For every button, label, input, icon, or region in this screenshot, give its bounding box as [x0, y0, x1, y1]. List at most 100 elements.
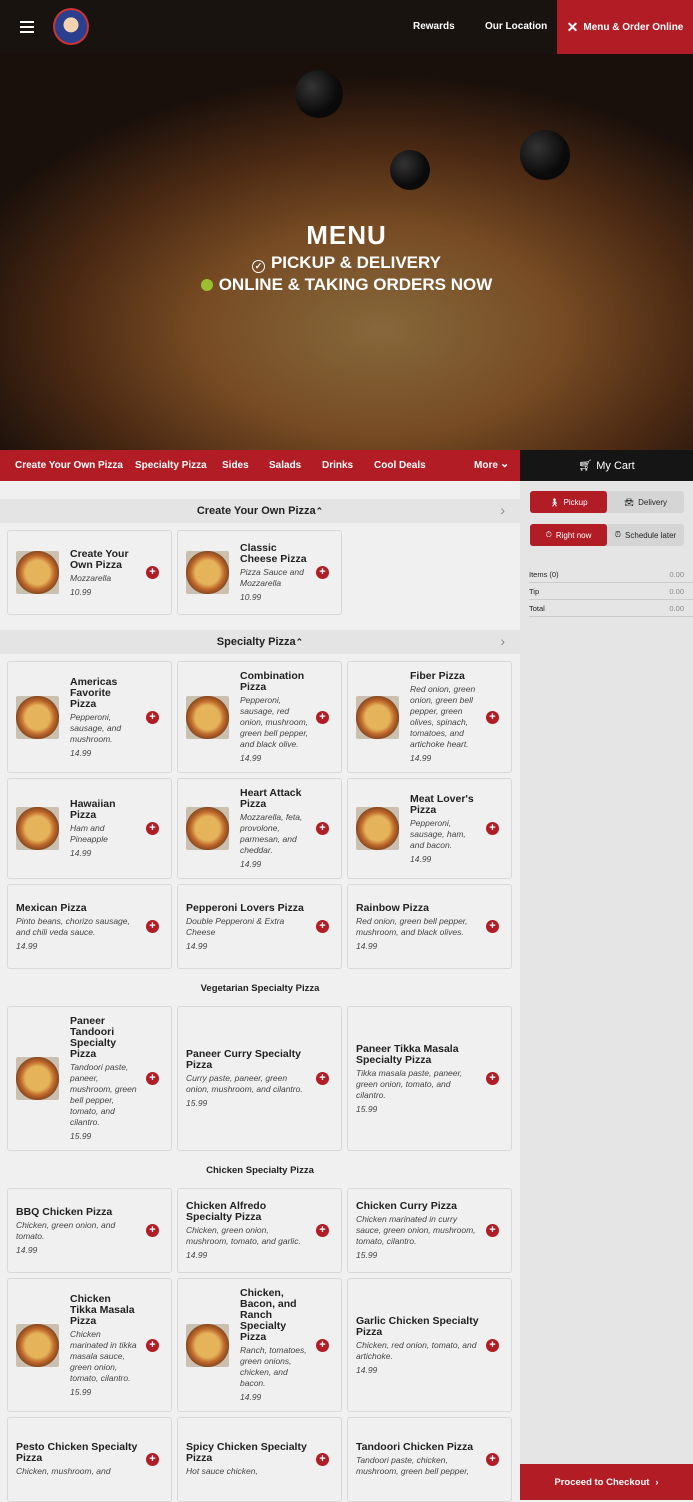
- add-item-plus-icon[interactable]: +: [316, 566, 329, 579]
- add-item-plus-icon[interactable]: +: [146, 822, 159, 835]
- chevron-right-icon[interactable]: ›: [500, 633, 505, 649]
- schedule-later-option[interactable]: ⏰︎ Schedule later: [607, 524, 684, 546]
- subcategory-title: Chicken Specialty Pizza: [206, 1165, 314, 1176]
- nav-more[interactable]: More: [474, 460, 498, 471]
- add-item-plus-icon[interactable]: +: [146, 1072, 159, 1085]
- pizza-image[interactable]: [186, 695, 229, 739]
- add-item-plus-icon[interactable]: +: [316, 710, 329, 724]
- menu-item-card[interactable]: Rainbow Pizza Red onion, green bell peppe…: [347, 884, 512, 969]
- menu-item-name: Rainbow Pizza: [356, 901, 429, 914]
- pickup-option[interactable]: 🚶︎ Pickup: [530, 491, 607, 513]
- add-item-plus-icon[interactable]: +: [486, 710, 499, 724]
- add-item-plus-icon[interactable]: +: [146, 1338, 159, 1352]
- menu-item-card[interactable]: Combination Pizza Pepperoni, sausage, red…: [177, 661, 342, 773]
- menu-item-card[interactable]: Mexican Pizza Pinto beans, chorizo sausag…: [7, 884, 172, 969]
- delivery-option[interactable]: 🚘︎ Delivery: [607, 491, 684, 513]
- add-item-plus-icon[interactable]: +: [146, 1224, 159, 1237]
- right-now-option[interactable]: ⏱︎ Right now: [530, 524, 607, 546]
- menu-item-card[interactable]: Pepperoni Lovers Pizza Double Pepperoni &…: [177, 884, 342, 969]
- pizza-image[interactable]: [16, 695, 59, 739]
- hamburger-menu-icon[interactable]: [20, 21, 34, 36]
- chevron-right-icon[interactable]: ›: [500, 502, 505, 518]
- add-item-plus-icon[interactable]: +: [486, 1453, 499, 1466]
- add-item-plus-icon[interactable]: +: [316, 822, 329, 835]
- menu-item-card[interactable]: Create Your Own Pizza Mozzarella 10.99 +: [7, 530, 172, 615]
- nav-salads[interactable]: Salads: [269, 460, 301, 471]
- menu-order-online-button[interactable]: ✕ Menu & Order Online: [557, 0, 693, 54]
- add-item-plus-icon[interactable]: +: [486, 1224, 499, 1237]
- nav-cool-deals[interactable]: Cool Deals: [374, 460, 426, 471]
- pizza-image[interactable]: [16, 551, 59, 594]
- menu-item-description: Mozzarella, feta, provolone, parmesan, a…: [240, 812, 303, 855]
- add-item-plus-icon[interactable]: +: [316, 1338, 329, 1352]
- menu-item-card[interactable]: Chicken Alfredo Specialty Pizza Chicken, …: [177, 1188, 342, 1273]
- menu-item-price: 14.99: [356, 1364, 378, 1375]
- add-item-plus-icon[interactable]: +: [146, 710, 159, 724]
- category-title: Specialty Pizza: [216, 636, 296, 648]
- pizza-image[interactable]: [186, 1323, 229, 1367]
- add-item-plus-icon[interactable]: +: [486, 1072, 499, 1085]
- menu-item-card[interactable]: Spicy Chicken Specialty Pizza Hot sauce c…: [177, 1417, 342, 1502]
- logo[interactable]: [53, 8, 89, 45]
- menu-item-card[interactable]: Fiber Pizza Red onion, green onion, green…: [347, 661, 512, 773]
- nav-drinks[interactable]: Drinks: [322, 460, 353, 471]
- add-item-plus-icon[interactable]: +: [316, 1224, 329, 1237]
- menu-item-card[interactable]: Chicken Curry Pizza Chicken marinated in …: [347, 1188, 512, 1273]
- add-item-plus-icon[interactable]: +: [486, 920, 499, 933]
- pizza-image[interactable]: [186, 551, 229, 594]
- rewards-link[interactable]: Rewards: [413, 21, 455, 32]
- menu-item-text: Chicken Alfredo Specialty Pizza Chicken, …: [186, 1201, 316, 1261]
- chevron-down-icon[interactable]: ⌄: [500, 457, 509, 470]
- add-item-plus-icon[interactable]: +: [486, 822, 499, 835]
- menu-item-card[interactable]: Chicken Tikka Masala Pizza Chicken marina…: [7, 1278, 172, 1412]
- menu-item-text: Tandoori Chicken Pizza Tandoori paste, ch…: [356, 1442, 486, 1477]
- menu-item-text: Create Your Own Pizza Mozzarella 10.99: [70, 548, 146, 597]
- add-item-plus-icon[interactable]: +: [316, 1072, 329, 1085]
- category-header[interactable]: Specialty Pizza ⌃ ›: [0, 630, 520, 654]
- nav-sides[interactable]: Sides: [222, 460, 249, 471]
- menu-item-card[interactable]: Hawaiian Pizza Ham and Pineapple 14.99 +: [7, 778, 172, 879]
- menu-item-card[interactable]: Tandoori Chicken Pizza Tandoori paste, ch…: [347, 1417, 512, 1502]
- proceed-to-checkout-button[interactable]: Proceed to Checkout ›: [520, 1464, 693, 1500]
- our-location-link[interactable]: Our Location: [485, 21, 547, 32]
- summary-tip: Tip 0.00: [529, 583, 693, 600]
- pizza-image[interactable]: [356, 807, 399, 850]
- expand-circle-icon[interactable]: ⌃: [316, 506, 324, 517]
- hero-line-1: PICKUP & DELIVERY: [270, 253, 442, 272]
- menu-item-description: Red onion, green onion, green bell peppe…: [410, 684, 476, 749]
- menu-item-card[interactable]: BBQ Chicken Pizza Chicken, green onion, a…: [7, 1188, 172, 1273]
- menu-item-card[interactable]: Chicken, Bacon, and Ranch Specialty Pizz…: [177, 1278, 342, 1412]
- pizza-image[interactable]: [186, 807, 229, 850]
- menu-item-card[interactable]: Meat Lover's Pizza Pepperoni, sausage, ha…: [347, 778, 512, 879]
- menu-item-text: BBQ Chicken Pizza Chicken, green onion, a…: [16, 1206, 146, 1255]
- menu-item-description: Chicken, green onion, and tomato.: [16, 1219, 116, 1241]
- menu-item-card[interactable]: Paneer Tandoori Specialty Pizza Tandoori …: [7, 1006, 172, 1151]
- menu-item-description: Chicken marinated in curry sauce, green …: [356, 1214, 476, 1246]
- pizza-image[interactable]: [356, 695, 399, 739]
- add-item-plus-icon[interactable]: +: [146, 920, 159, 933]
- nav-create-your-own-pizza[interactable]: Create Your Own Pizza: [15, 460, 123, 471]
- checkout-label: Proceed to Checkout: [554, 1476, 650, 1488]
- nav-specialty-pizza[interactable]: Specialty Pizza: [135, 460, 207, 471]
- add-item-plus-icon[interactable]: +: [316, 920, 329, 933]
- expand-circle-icon[interactable]: ⌃: [296, 637, 304, 648]
- pizza-image[interactable]: [16, 807, 59, 850]
- menu-item-card[interactable]: Paneer Curry Specialty Pizza Curry paste,…: [177, 1006, 342, 1151]
- menu-item-card[interactable]: Heart Attack Pizza Mozzarella, feta, prov…: [177, 778, 342, 879]
- summary-label: Items (0): [529, 569, 559, 579]
- menu-item-description: Ham and Pineapple: [70, 823, 108, 844]
- add-item-plus-icon[interactable]: +: [486, 1338, 499, 1352]
- top-bar: Rewards Our Location ✕ Menu & Order Onlin…: [0, 0, 693, 54]
- menu-item-card[interactable]: Garlic Chicken Specialty Pizza Chicken, r…: [347, 1278, 512, 1412]
- menu-item-card[interactable]: Pesto Chicken Specialty Pizza Chicken, mu…: [7, 1417, 172, 1502]
- add-item-plus-icon[interactable]: +: [146, 566, 159, 579]
- category-header[interactable]: Create Your Own Pizza ⌃ ›: [0, 499, 520, 523]
- add-item-plus-icon[interactable]: +: [316, 1453, 329, 1466]
- timer-icon: ⏱︎: [545, 530, 552, 539]
- pizza-image[interactable]: [16, 1323, 59, 1367]
- pizza-image[interactable]: [16, 1057, 59, 1100]
- menu-item-card[interactable]: Classic Cheese Pizza Pizza Sauce and Mozz…: [177, 530, 342, 615]
- add-item-plus-icon[interactable]: +: [146, 1453, 159, 1466]
- menu-item-card[interactable]: Paneer Tikka Masala Specialty Pizza Tikka…: [347, 1006, 512, 1151]
- menu-item-card[interactable]: Americas Favorite Pizza Pepperoni, sausag…: [7, 661, 172, 773]
